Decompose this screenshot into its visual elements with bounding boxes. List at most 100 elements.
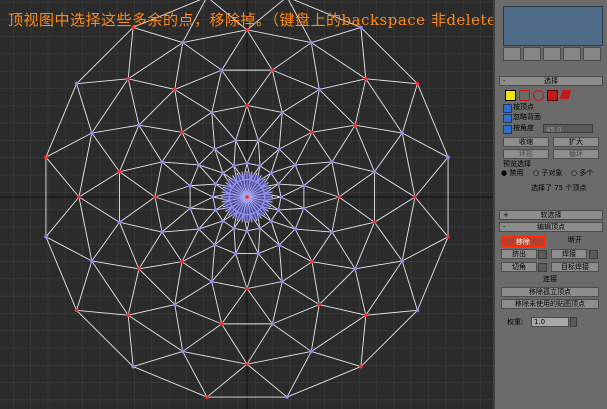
mesh-edge xyxy=(235,140,248,164)
mesh-edge xyxy=(190,183,216,187)
make-unique-icon[interactable] xyxy=(543,47,561,61)
mesh-edge xyxy=(138,124,163,163)
mesh-canvas[interactable] xyxy=(0,0,493,409)
vertex-subobject-icon[interactable] xyxy=(505,90,516,101)
by-angle-checkbox[interactable] xyxy=(503,125,512,134)
mesh-edge xyxy=(182,42,222,71)
mesh-edge xyxy=(246,323,273,365)
rollout-soft-selection[interactable]: + 软选择 xyxy=(499,210,603,220)
mesh-edge xyxy=(246,140,259,164)
weld-settings-icon[interactable] xyxy=(589,250,598,259)
break-button[interactable]: 断开 xyxy=(551,236,599,246)
mesh-edge xyxy=(119,222,140,270)
connect-button[interactable]: 连接 xyxy=(501,275,599,285)
selected-vertex xyxy=(293,227,298,231)
rollout-selection[interactable]: - 选择 xyxy=(499,76,603,86)
by-vertex-label: 按顶点 xyxy=(513,103,534,111)
configure-modifier-icon[interactable] xyxy=(583,47,601,61)
preview-radio-disabled[interactable]: ● 禁用 xyxy=(501,169,523,178)
selected-vertex xyxy=(209,110,214,115)
weight-spinner[interactable] xyxy=(570,317,577,327)
vertex xyxy=(180,259,184,264)
selected-vertex xyxy=(230,205,234,209)
mesh-edge xyxy=(294,208,305,230)
weld-button[interactable]: 焊接 xyxy=(551,249,587,259)
mesh-edge xyxy=(161,207,191,233)
vertex xyxy=(126,313,131,317)
ignore-backfacing-label: 忽略背面 xyxy=(513,113,541,121)
selected-vertex xyxy=(211,195,215,199)
loop-button[interactable]: 循环 xyxy=(553,149,599,159)
by-vertex-checkbox[interactable] xyxy=(503,104,512,113)
mesh-edge xyxy=(154,185,191,198)
mesh-edge xyxy=(127,268,140,316)
mesh-edge xyxy=(303,207,333,233)
mesh-edge xyxy=(76,78,129,85)
mesh-edge xyxy=(272,42,312,71)
element-subobject-icon[interactable] xyxy=(559,90,572,99)
mesh-edge xyxy=(259,165,272,174)
mesh-edge xyxy=(182,29,248,44)
mesh-edge xyxy=(233,228,237,254)
mesh-edge xyxy=(91,132,120,173)
mesh-edge xyxy=(214,139,236,150)
chamfer-settings-icon[interactable] xyxy=(538,263,547,272)
mesh-edge xyxy=(246,227,261,232)
border-subobject-icon[interactable] xyxy=(533,90,544,101)
mesh-edge xyxy=(127,314,183,352)
viewport-top[interactable]: 顶视图中选择这些多余的点，移除掉。（键盘上的backspace 非delete） xyxy=(0,0,493,409)
mesh-edge xyxy=(45,236,77,311)
by-angle-spinner[interactable]: 45.0 xyxy=(543,124,593,134)
mesh-edge xyxy=(235,230,248,254)
mesh-edge xyxy=(174,89,183,133)
mesh-edge xyxy=(417,83,449,158)
mesh-edge xyxy=(278,228,296,246)
ignore-backfacing-checkbox[interactable] xyxy=(503,114,512,123)
ring-button[interactable]: 环形 xyxy=(503,149,549,159)
remove-isolated-vertices-button[interactable]: 移除孤立顶点 xyxy=(501,287,599,297)
mesh-edge xyxy=(161,231,183,262)
selected-vertex xyxy=(219,68,224,72)
mesh-edge xyxy=(154,161,163,198)
shrink-button[interactable]: 收缩 xyxy=(503,137,549,147)
mesh-edge xyxy=(198,148,216,166)
selected-vertex xyxy=(221,219,225,223)
selected-vertex xyxy=(400,131,405,135)
mesh-edge xyxy=(401,83,418,134)
remove-unused-map-vertices-button[interactable]: 移除未使用的贴图顶点 xyxy=(501,299,599,309)
vertex xyxy=(310,259,314,264)
show-end-result-icon[interactable] xyxy=(523,47,541,61)
mesh-edge xyxy=(402,132,449,158)
mesh-edge xyxy=(246,253,259,289)
mesh-edge xyxy=(331,161,375,173)
grow-button[interactable]: 扩大 xyxy=(553,137,599,147)
mesh-edge xyxy=(331,124,356,163)
vertex xyxy=(77,195,81,199)
vertex xyxy=(74,308,79,313)
mesh-edge xyxy=(272,304,320,325)
preview-radio-multiple[interactable]: ○ 多个 xyxy=(571,169,593,178)
mesh-edge xyxy=(233,227,248,232)
pin-stack-icon[interactable] xyxy=(503,47,521,61)
mesh-edge xyxy=(354,124,375,172)
mesh-edge xyxy=(91,260,139,270)
remove-button[interactable]: 移除 xyxy=(501,236,545,247)
mesh-edge xyxy=(78,196,93,262)
selected-vertex xyxy=(255,210,259,214)
mesh-edge xyxy=(91,260,129,316)
selected-vertex xyxy=(180,40,185,45)
chamfer-button[interactable]: 切角 xyxy=(501,262,537,272)
rollout-edit-vertices[interactable]: - 编辑顶点 xyxy=(499,222,603,232)
extrude-button[interactable]: 挤出 xyxy=(501,249,537,259)
target-weld-button[interactable]: 目标焊接 xyxy=(551,262,599,272)
edge-subobject-icon[interactable] xyxy=(519,90,530,101)
vertex xyxy=(44,155,48,160)
extrude-settings-icon[interactable] xyxy=(538,250,547,259)
mesh-edge xyxy=(414,196,449,238)
mesh-edge xyxy=(91,221,120,262)
polygon-subobject-icon[interactable] xyxy=(547,90,558,101)
preview-radio-subobject[interactable]: ○ 子对象 xyxy=(533,169,562,178)
weight-input[interactable]: 1.0 xyxy=(531,317,569,327)
remove-modifier-icon[interactable] xyxy=(563,47,581,61)
mesh-edge xyxy=(278,244,283,282)
